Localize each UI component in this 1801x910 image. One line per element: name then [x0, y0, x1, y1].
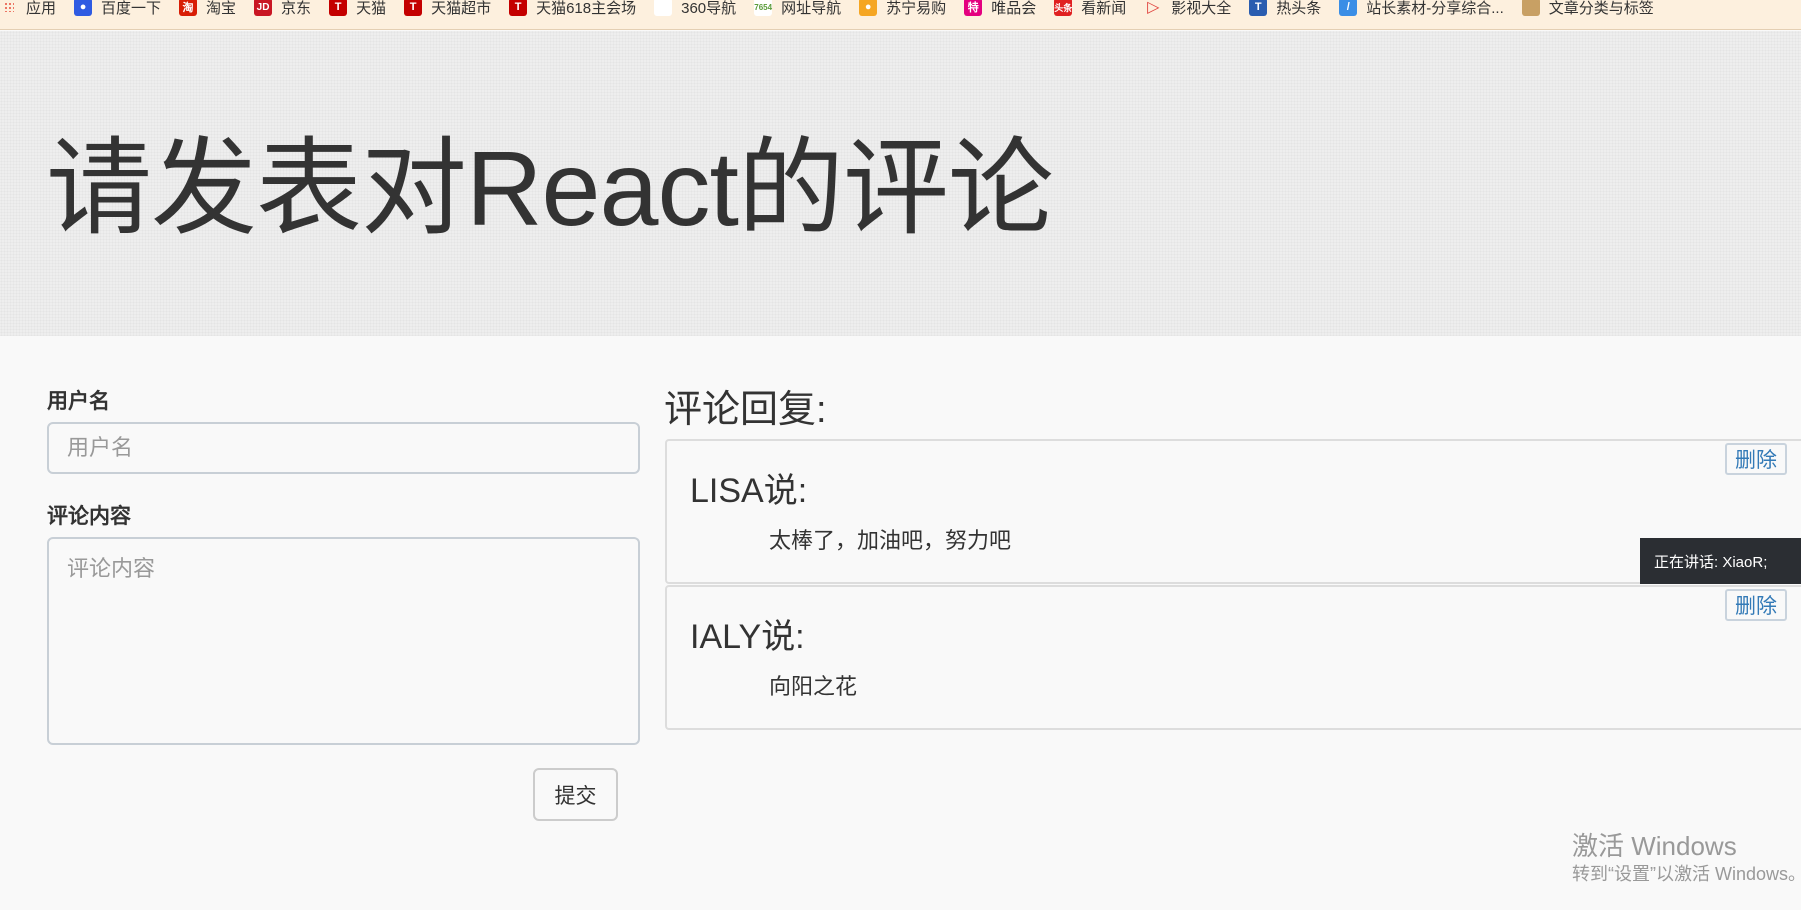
bookmark-headline[interactable]: T 热头条: [1249, 0, 1322, 17]
bookmark-sc[interactable]: / 站长素材-分享综合...: [1339, 0, 1504, 17]
bookmark-label: 应用: [26, 0, 57, 17]
bookmark-label: 唯品会: [991, 0, 1037, 17]
bookmark-folder[interactable]: 文章分类与标签: [1521, 0, 1654, 17]
bookmark-label: 百度一下: [101, 0, 162, 17]
bookmark-label: 文章分类与标签: [1548, 0, 1654, 17]
speaking-toast: 正在讲话: XiaoR;: [1640, 538, 1801, 584]
username-input[interactable]: [47, 422, 640, 474]
toutiao-news-icon: 头条: [1054, 0, 1072, 16]
bookmark-label: 看新闻: [1081, 0, 1127, 17]
t-headline-icon: T: [1249, 0, 1268, 16]
tmall-618-icon: T: [509, 0, 528, 16]
content-textarea[interactable]: [47, 537, 640, 745]
apps-grid-icon: [4, 2, 14, 12]
bookmark-label: 苏宁易购: [886, 0, 947, 17]
comment-body: 向阳之花: [769, 674, 858, 699]
bookmark-tmall[interactable]: T 天猫: [329, 0, 387, 17]
bookmarks-bar: 应用 ● 百度一下 淘淘宝 JD 京东 T 天猫 T 天猫超市 T 天猫618主会场 36…: [0, 0, 1801, 30]
folder-icon: [1521, 0, 1540, 16]
bookmark-label: 站长素材-分享综合...: [1366, 0, 1504, 17]
bookmark-baidu[interactable]: ● 百度一下: [74, 0, 162, 17]
play-icon: ▷: [1147, 0, 1160, 16]
page-title: 请发表对React的评论: [46, 130, 1054, 248]
comments-section-title: 评论回复:: [664, 389, 827, 431]
comment-body: 太棒了，加油吧，努力吧: [769, 528, 1012, 553]
bookmark-vip[interactable]: 特唯品会: [964, 0, 1037, 17]
vip-icon: 特: [964, 0, 983, 16]
activation-watermark-subtitle: 转到“设置”以激活 Windows。: [1572, 864, 1801, 884]
delete-button[interactable]: 删除: [1725, 443, 1787, 475]
comment-author: IALY说:: [690, 618, 805, 656]
sc-icon: /: [1339, 0, 1358, 16]
bookmark-label: 热头条: [1276, 0, 1322, 17]
bookmark-tmall-618[interactable]: T 天猫618主会场: [509, 0, 637, 17]
tmall-icon: T: [329, 0, 348, 16]
jd-icon: JD: [254, 0, 273, 16]
bookmark-url-nav[interactable]: 7654 网址导航: [754, 0, 842, 17]
content-label: 评论内容: [47, 505, 131, 528]
bookmark-apps[interactable]: 应用: [4, 0, 57, 17]
username-label: 用户名: [47, 390, 110, 413]
bookmark-jd[interactable]: JD 京东: [254, 0, 312, 17]
page-header: 请发表对React的评论: [0, 31, 1801, 336]
bookmark-label: 淘宝: [206, 0, 237, 17]
activation-watermark-title: 激活 Windows: [1572, 831, 1737, 861]
baidu-paw-icon: ●: [74, 0, 93, 16]
bookmark-news[interactable]: 头条 看新闻: [1054, 0, 1127, 17]
bookmark-label: 天猫: [356, 0, 387, 17]
bookmark-label: 影视大全: [1171, 0, 1232, 17]
delete-button[interactable]: 删除: [1725, 589, 1787, 621]
taobao-icon: 淘: [179, 0, 198, 16]
7654-icon: 7654: [754, 0, 773, 16]
comment-author: LISA说:: [690, 472, 808, 510]
comment-item: LISA说: 太棒了，加油吧，努力吧: [665, 439, 1801, 584]
bookmark-suning[interactable]: ● 苏宁易购: [859, 0, 947, 17]
bookmark-label: 天猫618主会场: [536, 0, 637, 17]
bookmark-label: 网址导航: [781, 0, 842, 17]
bookmark-360[interactable]: 360导航: [654, 0, 737, 17]
bookmark-label: 360导航: [681, 0, 737, 17]
bookmark-label: 京东: [281, 0, 312, 17]
submit-button[interactable]: 提交: [533, 768, 618, 821]
bookmark-tmall-market[interactable]: T 天猫超市: [404, 0, 492, 17]
bookmark-video[interactable]: ▷ 影视大全: [1144, 0, 1232, 17]
tmall-market-icon: T: [404, 0, 423, 16]
comment-item: IALY说: 向阳之花: [665, 585, 1801, 730]
suning-icon: ●: [859, 0, 878, 16]
bookmark-label: 天猫超市: [431, 0, 492, 17]
bookmark-taobao[interactable]: 淘淘宝: [179, 0, 237, 17]
blank-page-icon: [654, 0, 673, 16]
